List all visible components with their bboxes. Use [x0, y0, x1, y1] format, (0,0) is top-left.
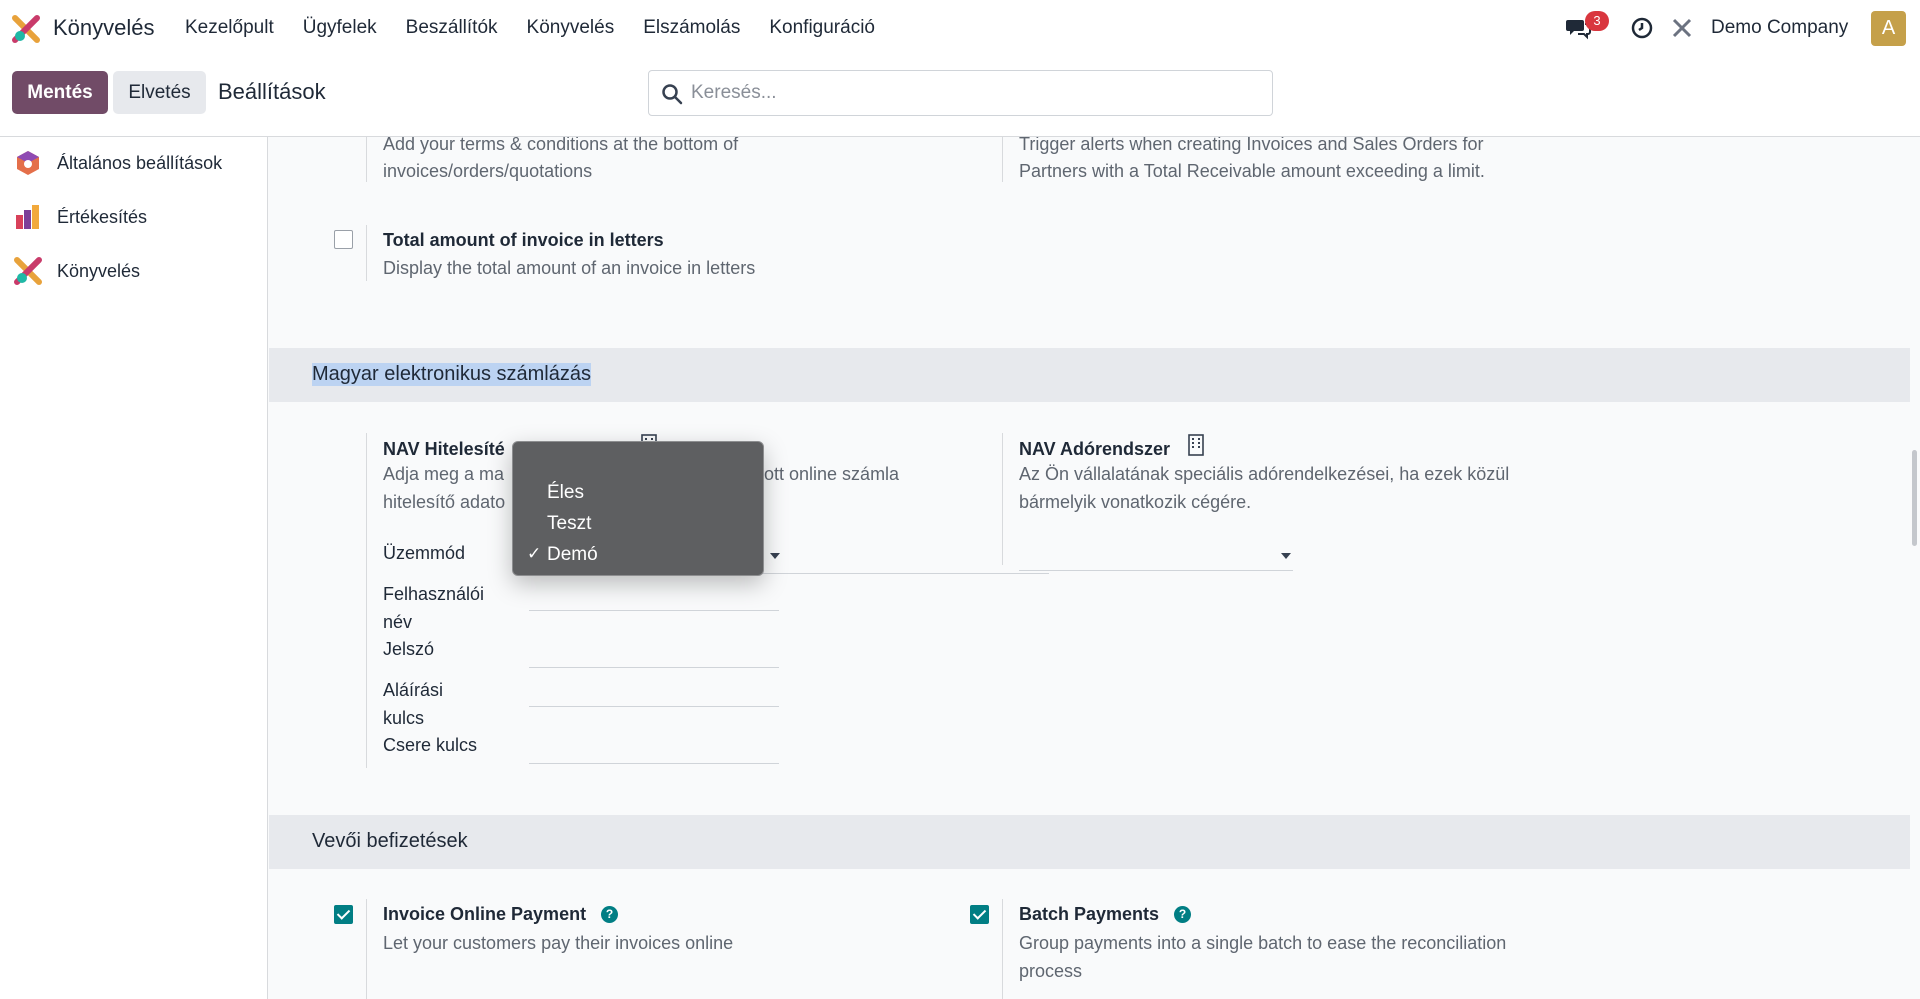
divider [366, 225, 367, 281]
credit-limit-description: Trigger alerts when creating Invoices an… [1019, 137, 1484, 154]
username-label: Felhasználói név [383, 584, 485, 632]
control-panel: Mentés Elvetés Beállítások [0, 57, 1920, 137]
batch-payments-description: process [1019, 961, 1083, 981]
debug-tools-icon[interactable] [1670, 16, 1694, 40]
sidebar-item-sales[interactable]: Értékesítés [0, 191, 268, 243]
discard-button[interactable]: Elvetés [113, 71, 206, 114]
mode-label: Üzemmód [383, 543, 466, 563]
divider [366, 137, 367, 182]
nav-tax-description: bármelyik vonatkozik cégére. [1019, 492, 1252, 512]
batch-payments-checkbox[interactable] [970, 905, 989, 924]
accounting-icon [14, 257, 42, 285]
scrollbar[interactable] [1910, 137, 1920, 999]
nav-auth-description: ott online számla [764, 464, 900, 484]
mode-option-test[interactable]: Teszt [547, 513, 591, 535]
tax-regime-select[interactable] [1019, 570, 1293, 571]
menu-accounting[interactable]: Könyvelés [527, 17, 615, 39]
chevron-down-icon [1281, 553, 1291, 559]
password-label: Jelszó [383, 639, 435, 659]
batch-payments-title: Batch Payments [1019, 904, 1160, 924]
menu-dashboard[interactable]: Kezelőpult [185, 17, 274, 39]
search-icon [662, 84, 683, 105]
signature-key-field[interactable] [529, 706, 779, 707]
company-building-icon [1188, 434, 1204, 456]
menu-reporting[interactable]: Elszámolás [643, 17, 740, 39]
exchange-key-label: Csere kulcs [383, 735, 478, 755]
divider [1002, 899, 1003, 999]
nav-auth-description: hitelesítő adato [383, 492, 506, 512]
customer-payments-section-header: Vevői befizetések [269, 815, 1910, 869]
online-payment-title: Invoice Online Payment [383, 904, 587, 924]
mode-option-live[interactable]: Éles [547, 482, 584, 504]
menu-customers[interactable]: Ügyfelek [303, 17, 377, 39]
accounting-app-icon[interactable] [12, 15, 40, 43]
section-title: Magyar elektronikus számlázás [312, 363, 591, 386]
save-button[interactable]: Mentés [12, 71, 108, 114]
sidebar-item-label: Általános beállítások [57, 152, 223, 173]
top-navbar: Könyvelés Kezelőpult Ügyfelek Beszállító… [0, 0, 1920, 57]
scrollbar-thumb[interactable] [1912, 450, 1917, 546]
password-field[interactable] [529, 667, 779, 668]
hu-einvoicing-section-header: Magyar elektronikus számlázás [269, 348, 1910, 402]
sidebar-item-label: Könyvelés [57, 260, 141, 281]
terms-description: Add your terms & conditions at the botto… [383, 137, 739, 154]
help-icon[interactable]: ? [601, 906, 618, 923]
signature-key-label: Aláírási kulcs [383, 680, 444, 728]
menu-vendors[interactable]: Beszállítók [406, 17, 498, 39]
credit-limit-description: Partners with a Total Receivable amount … [1019, 161, 1485, 181]
divider [1002, 137, 1003, 182]
amount-in-letters-checkbox[interactable] [334, 230, 353, 249]
nav-tax-title: NAV Adórendszer [1019, 439, 1171, 459]
amount-in-letters-description: Display the total amount of an invoice i… [383, 258, 756, 278]
amount-in-letters-title: Total amount of invoice in letters [383, 230, 664, 250]
chevron-down-icon [770, 553, 780, 559]
nav-auth-description: Adja meg a ma [383, 464, 505, 484]
username-field[interactable] [529, 610, 779, 611]
divider [366, 899, 367, 999]
general-settings-icon [17, 151, 39, 175]
exchange-key-field[interactable] [529, 763, 779, 764]
help-icon[interactable]: ? [1174, 906, 1191, 923]
nav-tax-description: Az Ön vállalatának speciális adórendelke… [1019, 464, 1510, 484]
sales-icon [16, 205, 39, 229]
sidebar-item-label: Értékesítés [57, 206, 148, 227]
online-payment-description: Let your customers pay their invoices on… [383, 933, 734, 953]
divider [1002, 433, 1003, 565]
nav-auth-title: NAV Hitelesíté [383, 439, 505, 459]
terms-description: invoices/orders/quotations [383, 161, 593, 181]
messages-count-badge: 3 [1585, 11, 1609, 31]
company-switcher[interactable]: Demo Company [1711, 17, 1848, 39]
sidebar-item-general[interactable]: Általános beállítások [0, 137, 268, 189]
menu-configuration[interactable]: Konfiguráció [769, 17, 875, 39]
search-input[interactable] [691, 71, 1261, 115]
divider [366, 433, 367, 768]
section-title: Vevői befizetések [312, 830, 468, 852]
online-payment-checkbox[interactable] [334, 905, 353, 924]
settings-sidebar: Általános beállítások Értékesítés Könyve… [0, 137, 268, 999]
main-menu: Kezelőpult Ügyfelek Beszállítók Könyvelé… [185, 17, 904, 39]
user-avatar[interactable]: A [1871, 11, 1906, 46]
clock-icon[interactable] [1630, 16, 1654, 40]
mode-dropdown-menu: Éles Teszt ✓ Demó [512, 441, 764, 576]
page-title: Beállítások [218, 79, 326, 104]
sidebar-item-accounting[interactable]: Könyvelés [0, 245, 268, 297]
checkmark-icon: ✓ [527, 544, 542, 563]
search-box[interactable] [648, 70, 1273, 116]
app-name[interactable]: Könyvelés [53, 15, 155, 41]
mode-option-demo[interactable]: Demó [547, 544, 598, 566]
batch-payments-description: Group payments into a single batch to ea… [1019, 933, 1507, 953]
